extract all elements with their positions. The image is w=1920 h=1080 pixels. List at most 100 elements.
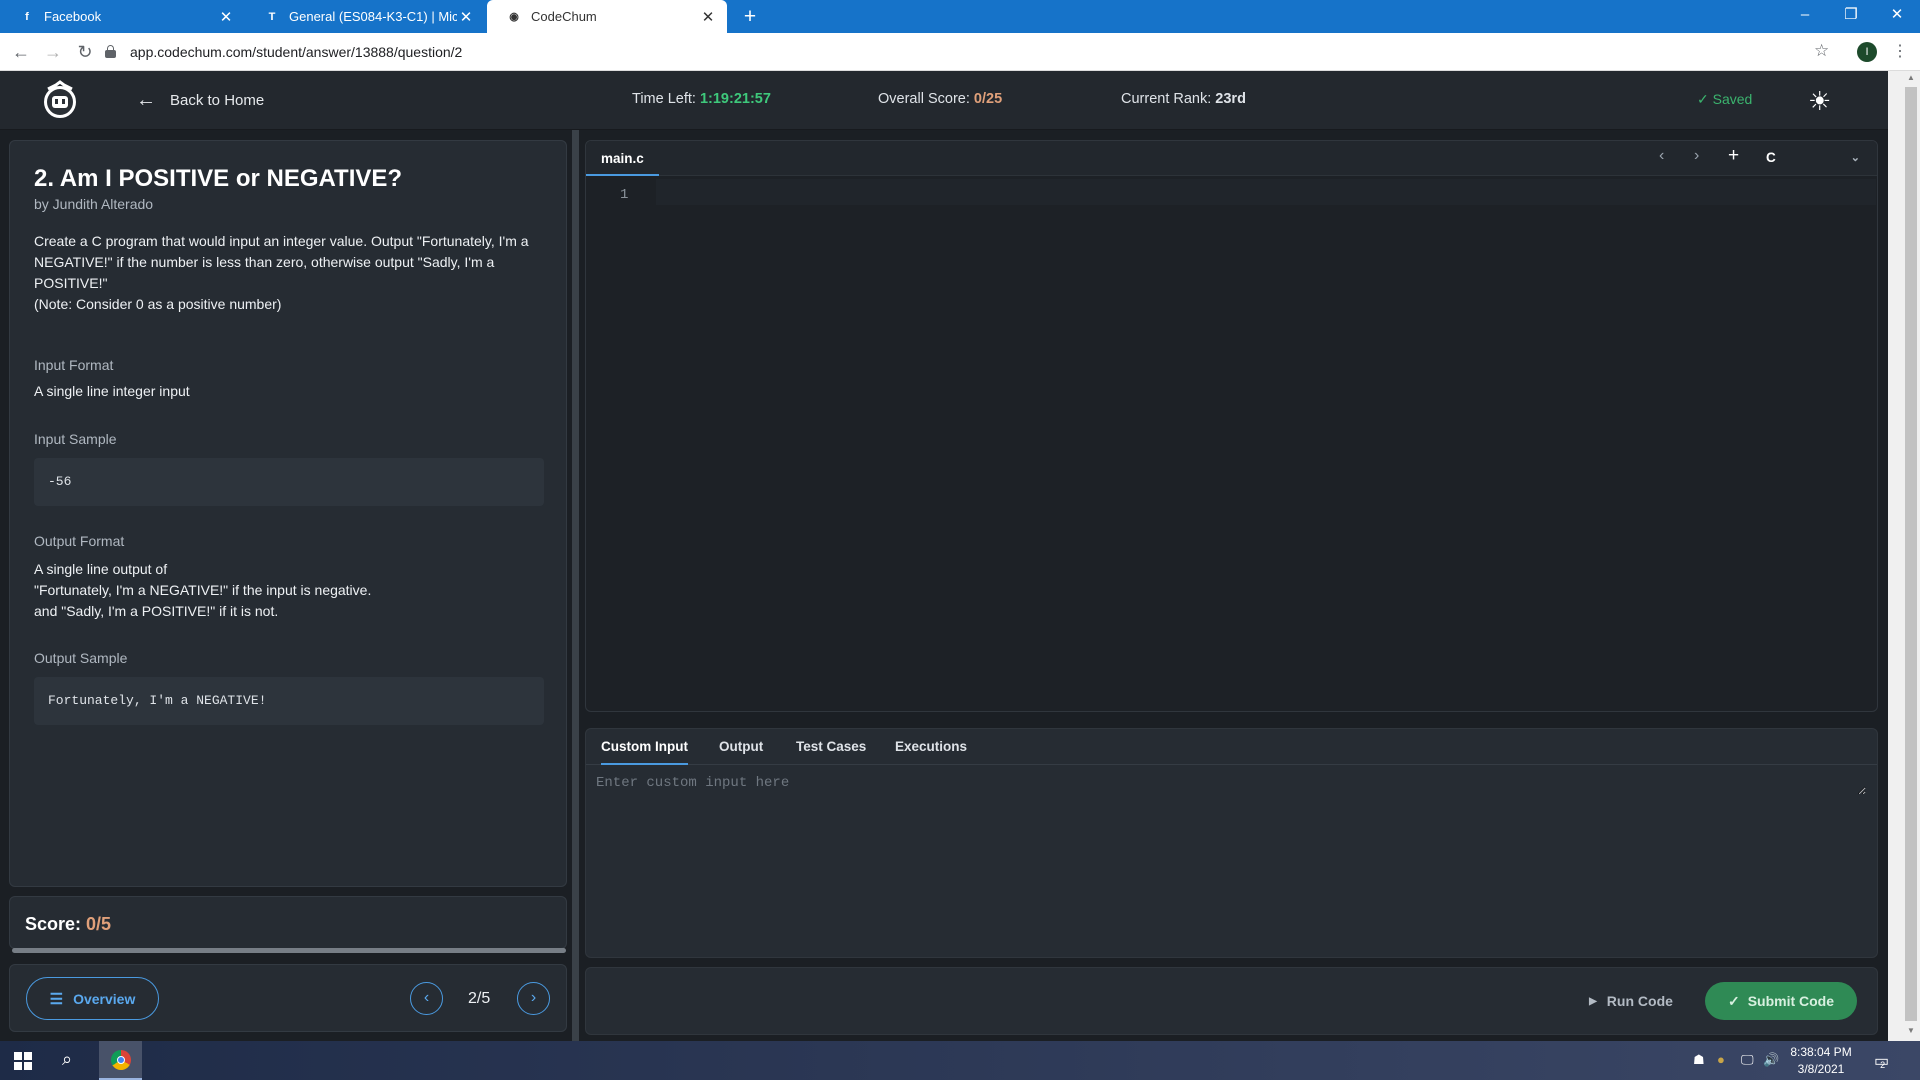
close-tab-icon[interactable]: ✕ (217, 8, 235, 26)
check-icon: ✓ (1727, 992, 1740, 1009)
input-sample-label: Input Sample (34, 431, 117, 447)
io-panel: Custom Input Output Test Cases Execution… (585, 728, 1878, 958)
score-progress-bar (12, 948, 566, 953)
tab-custom-input[interactable]: Custom Input (601, 729, 688, 765)
arrow-left-icon: ← (136, 89, 156, 111)
close-tab-icon[interactable]: ✕ (699, 8, 717, 26)
file-tab-main-c[interactable]: main.c (586, 141, 659, 176)
restore-button[interactable]: ❐ (1828, 0, 1874, 33)
windows-taskbar: ⌕ ☗ ● 🖵 🔊 8:38:04 PM 3/8/2021 ▭2 (0, 1041, 1920, 1080)
output-format-line: A single line output of (34, 561, 168, 577)
panel-splitter[interactable] (572, 130, 579, 1042)
run-code-button[interactable]: ▶ Run Code (1581, 982, 1681, 1020)
question-navigation: ☰ Overview ‹ 2/5 › (9, 964, 567, 1032)
browser-menu-icon[interactable]: ⋮ (1892, 41, 1908, 61)
overall-score: Overall Score: 0/25 (878, 91, 1002, 107)
output-format-line: "Fortunately, I'm a NEGATIVE!" if the in… (34, 582, 372, 598)
theme-toggle-sun-icon[interactable]: ☀ (1808, 86, 1831, 117)
question-page-indicator: 2/5 (468, 990, 491, 1007)
scroll-down-arrow-icon[interactable]: ▼ (1905, 1026, 1917, 1035)
output-sample-box: Fortunately, I'm a NEGATIVE! (34, 677, 544, 725)
saved-status: ✓ Saved (1697, 91, 1752, 108)
forward-arrow-icon[interactable]: → (40, 39, 66, 65)
address-bar[interactable]: app.codechum.com/student/answer/13888/qu… (105, 38, 1845, 66)
bookmark-star-icon[interactable]: ☆ (1814, 41, 1829, 61)
close-tab-icon[interactable]: ✕ (457, 8, 475, 26)
tab-title: General (ES084-K3-C1) | Microso (289, 9, 457, 24)
language-value: C (1766, 150, 1776, 165)
line-number-gutter: 1 (586, 177, 656, 707)
code-editor[interactable]: main.c ‹ › + C ⌄ 1 (585, 140, 1878, 712)
browser-toolbar: ← → ↻ app.codechum.com/student/answer/13… (0, 33, 1920, 71)
io-tabs: Custom Input Output Test Cases Execution… (586, 729, 1877, 765)
custom-input-field[interactable] (596, 775, 1866, 795)
browser-tab-teams[interactable]: T General (ES084-K3-C1) | Microso ✕ (245, 0, 485, 33)
volume-icon[interactable]: 🔊 (1763, 1052, 1779, 1068)
chrome-taskbar-icon[interactable] (99, 1041, 142, 1080)
language-select[interactable]: C ⌄ (1761, 146, 1866, 170)
play-icon: ▶ (1589, 995, 1597, 1007)
score-label: Score: (25, 914, 82, 934)
tab-output[interactable]: Output (719, 729, 763, 765)
back-to-home-link[interactable]: ← Back to Home (136, 89, 264, 112)
page-scrollbar[interactable]: ▲ ▼ (1888, 71, 1920, 1041)
network-icon[interactable]: 🖵 (1741, 1052, 1754, 1068)
description-text: Create a C program that would input an i… (34, 233, 529, 291)
notification-center-icon[interactable]: ▭2 (1874, 1051, 1894, 1071)
network-app-icon[interactable]: ● (1717, 1052, 1725, 1067)
back-label: Back to Home (170, 92, 265, 109)
people-icon[interactable]: ☗ (1693, 1052, 1705, 1068)
chevron-right-icon[interactable]: › (1694, 147, 1699, 165)
clock-time: 8:38:04 PM (1790, 1045, 1852, 1059)
tab-test-cases[interactable]: Test Cases (796, 729, 866, 765)
clock-date: 3/8/2021 (1797, 1062, 1845, 1076)
browser-tab-facebook[interactable]: f Facebook ✕ (0, 0, 245, 33)
problem-panel: 2. Am I POSITIVE or NEGATIVE? by Jundith… (9, 140, 567, 887)
line-number: 1 (620, 187, 629, 203)
overall-score-value: 0/25 (973, 91, 1003, 107)
profile-avatar[interactable]: I (1857, 42, 1877, 62)
chevron-left-icon[interactable]: ‹ (1659, 147, 1664, 165)
tab-executions[interactable]: Executions (895, 729, 967, 765)
score-value: 0/5 (86, 914, 112, 934)
url-text: app.codechum.com/student/answer/13888/qu… (130, 44, 463, 60)
check-icon: ✓ (1697, 91, 1709, 107)
close-window-button[interactable]: ✕ (1874, 0, 1920, 33)
input-sample-box: -56 (34, 458, 544, 506)
scroll-up-arrow-icon[interactable]: ▲ (1905, 73, 1917, 82)
minimize-button[interactable]: – (1782, 0, 1828, 33)
submit-code-button[interactable]: ✓ Submit Code (1705, 982, 1857, 1020)
previous-question-button[interactable]: ‹ (410, 982, 443, 1015)
windows-start-icon[interactable] (14, 1052, 32, 1070)
overview-button[interactable]: ☰ Overview (26, 977, 159, 1020)
run-code-label: Run Code (1606, 993, 1673, 1009)
action-bar: ▶ Run Code ✓ Submit Code (585, 967, 1878, 1035)
problem-description: Create a C program that would input an i… (34, 231, 554, 315)
reload-icon[interactable]: ↻ (72, 39, 98, 65)
codechum-logo[interactable] (38, 79, 82, 121)
system-clock[interactable]: 8:38:04 PM 3/8/2021 (1779, 1044, 1863, 1078)
lock-icon (105, 45, 116, 58)
app-header: ← Back to Home Time Left: 1:19:21:57 Ove… (0, 71, 1888, 130)
overview-label: Overview (73, 990, 136, 1007)
tab-title: CodeChum (531, 9, 597, 24)
time-left: Time Left: 1:19:21:57 (632, 91, 771, 107)
problem-author: by Jundith Alterado (34, 196, 154, 212)
time-left-label: Time Left: (632, 91, 696, 107)
browser-tab-codechum[interactable]: ◉ CodeChum ✕ (487, 0, 727, 33)
scrollbar-thumb[interactable] (1905, 87, 1917, 1021)
codechum-icon: ◉ (509, 11, 519, 23)
current-rank-label: Current Rank: (1121, 91, 1212, 107)
problem-title: 2. Am I POSITIVE or NEGATIVE? (34, 165, 403, 192)
output-sample-label: Output Sample (34, 650, 128, 666)
next-question-button[interactable]: › (517, 982, 550, 1015)
chevron-down-icon: ⌄ (1850, 152, 1860, 164)
new-tab-button[interactable]: + (737, 4, 763, 30)
add-file-icon[interactable]: + (1728, 145, 1739, 167)
facebook-icon: f (25, 10, 29, 23)
submit-code-label: Submit Code (1747, 993, 1835, 1009)
score-display: Score: 0/5 (25, 914, 111, 935)
search-icon[interactable]: ⌕ (62, 1049, 72, 1070)
saved-label: Saved (1712, 91, 1753, 107)
back-arrow-icon[interactable]: ← (8, 39, 34, 65)
